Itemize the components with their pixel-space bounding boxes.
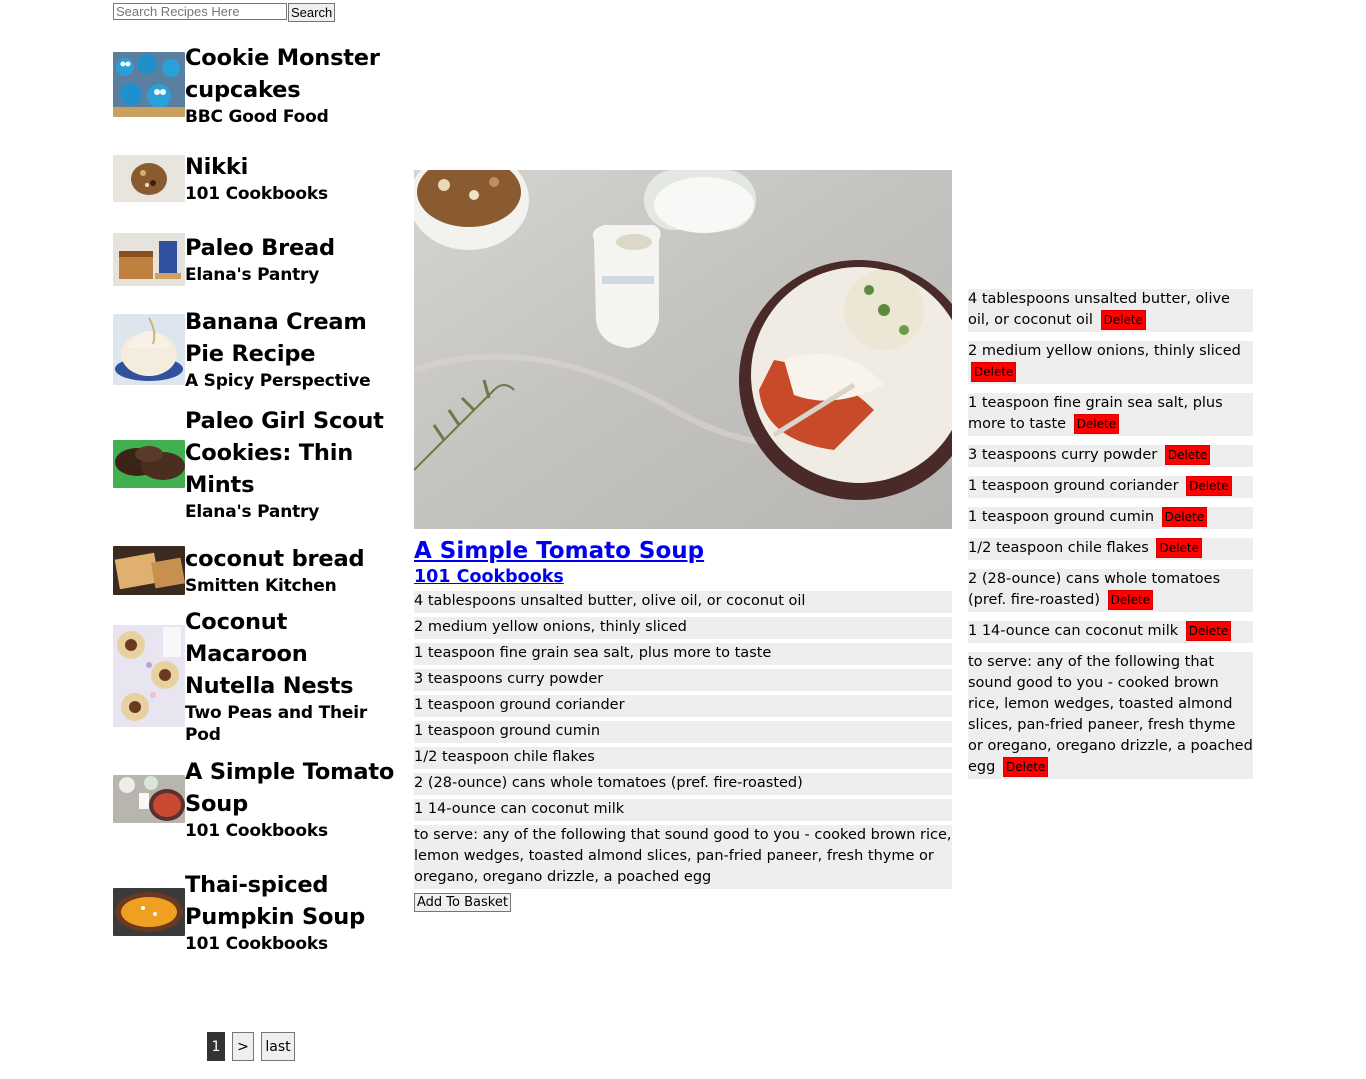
recipe-item[interactable]: Paleo Bread Elana's Pantry (113, 225, 398, 293)
search-button[interactable]: Search (288, 3, 336, 22)
recipe-title: Banana Cream Pie Recipe (185, 309, 367, 367)
basket-item: 1 teaspoon fine grain sea salt, plus mor… (968, 393, 1253, 436)
ingredient-item: 1 teaspoon ground coriander (414, 695, 952, 717)
delete-button[interactable]: Delete (1161, 507, 1208, 527)
recipe-detail-source-link[interactable]: 101 Cookbooks (414, 565, 952, 589)
ingredient-item: 1 teaspoon fine grain sea salt, plus mor… (414, 643, 952, 665)
basket-item-text: 1 14-ounce can coconut milk (968, 623, 1179, 639)
recipe-text: Cookie Monster cupcakes BBC Good Food (185, 42, 398, 128)
recipe-title: coconut bread (185, 546, 365, 572)
recipe-text: Nikki 101 Cookbooks (185, 151, 328, 205)
basket-item: 4 tablespoons unsalted butter, olive oil… (968, 289, 1253, 332)
basket-item: 2 medium yellow onions, thinly sliced De… (968, 341, 1253, 384)
pagination: 1 > last (207, 1032, 295, 1061)
recipe-title: Coconut Macaroon Nutella Nests (185, 609, 354, 699)
recipe-detail: A Simple Tomato Soup 101 Cookbooks 4 tab… (414, 170, 952, 912)
next-page-button[interactable]: > (232, 1032, 254, 1061)
recipe-item[interactable]: Cookie Monster cupcakes BBC Good Food (113, 38, 398, 131)
recipe-title: Paleo Girl Scout Cookies: Thin Mints (185, 408, 384, 498)
recipe-source: 101 Cookbooks (185, 184, 328, 204)
basket-item-text: 3 teaspoons curry powder (968, 447, 1158, 463)
ingredients-list: 4 tablespoons unsalted butter, olive oil… (414, 591, 952, 889)
recipe-text: Thai-spiced Pumpkin Soup 101 Cookbooks (185, 869, 398, 955)
delete-button[interactable]: Delete (1002, 757, 1049, 777)
ingredient-item: 2 medium yellow onions, thinly sliced (414, 617, 952, 639)
recipe-source: BBC Good Food (185, 106, 329, 127)
recipe-title: Thai-spiced Pumpkin Soup (185, 872, 365, 930)
recipe-title: A Simple Tomato Soup (185, 759, 395, 817)
basket-item-text: 1/2 teaspoon chile flakes (968, 540, 1149, 556)
recipe-title: Paleo Bread (185, 235, 335, 261)
recipe-thumbnail (113, 232, 185, 286)
recipe-source: Smitten Kitchen (185, 576, 337, 596)
recipe-source: Two Peas and Their Pod (185, 703, 368, 745)
delete-button[interactable]: Delete (1164, 445, 1211, 465)
recipe-item[interactable]: coconut bread Smitten Kitchen (113, 536, 398, 604)
delete-button[interactable]: Delete (1156, 538, 1202, 558)
basket-item: 1/2 teaspoon chile flakes Delete (968, 538, 1253, 560)
recipe-thumbnail (113, 440, 185, 488)
ingredient-item: to serve: any of the following that soun… (414, 825, 952, 889)
search-bar: Search (113, 3, 336, 22)
recipe-item[interactable]: Banana Cream Pie Recipe A Spicy Perspect… (113, 306, 398, 392)
basket-item: 2 (28-ounce) cans whole tomatoes (pref. … (968, 569, 1253, 612)
search-input[interactable] (113, 3, 287, 20)
recipe-thumbnail (113, 52, 185, 117)
recipe-list: Cookie Monster cupcakes BBC Good Food Ni… (113, 38, 398, 955)
basket-item-text: 2 (28-ounce) cans whole tomatoes (pref. … (968, 571, 1221, 608)
recipe-text: coconut bread Smitten Kitchen (185, 543, 365, 597)
ingredient-item: 1 14-ounce can coconut milk (414, 799, 952, 821)
ingredient-item: 4 tablespoons unsalted butter, olive oil… (414, 591, 952, 613)
recipe-thumbnail (113, 888, 185, 936)
basket-item: 1 teaspoon ground cumin Delete (968, 507, 1253, 529)
delete-button[interactable]: Delete (1185, 621, 1232, 641)
recipe-thumbnail (113, 154, 185, 202)
basket-item: 1 14-ounce can coconut milk Delete (968, 621, 1253, 643)
add-to-basket-button[interactable]: Add To Basket (414, 893, 511, 912)
recipe-item[interactable]: Nikki 101 Cookbooks (113, 144, 398, 212)
delete-button[interactable]: Delete (1073, 414, 1120, 434)
recipe-item[interactable]: Thai-spiced Pumpkin Soup 101 Cookbooks (113, 869, 398, 955)
delete-button[interactable]: Delete (971, 362, 1017, 382)
recipe-text: Coconut Macaroon Nutella Nests Two Peas … (185, 606, 398, 746)
ingredient-item: 3 teaspoons curry powder (414, 669, 952, 691)
last-page-button[interactable]: last (261, 1032, 295, 1061)
recipe-item[interactable]: Coconut Macaroon Nutella Nests Two Peas … (113, 609, 398, 745)
recipe-source: 101 Cookbooks (185, 934, 328, 954)
delete-button[interactable]: Delete (1107, 590, 1154, 610)
basket-item: 3 teaspoons curry powder Delete (968, 445, 1253, 467)
recipe-detail-title-link[interactable]: A Simple Tomato Soup (414, 537, 952, 565)
page-1-button[interactable]: 1 (207, 1032, 225, 1061)
basket-item: to serve: any of the following that soun… (968, 652, 1253, 779)
recipe-thumbnail (113, 313, 185, 385)
recipe-source: Elana's Pantry (185, 265, 320, 285)
basket-item-text: 1 teaspoon ground cumin (968, 509, 1155, 525)
recipe-title: Cookie Monster cupcakes (185, 44, 380, 103)
recipe-item[interactable]: A Simple Tomato Soup 101 Cookbooks (113, 756, 398, 842)
recipe-thumbnail (113, 625, 185, 727)
basket-item: 1 teaspoon ground coriander Delete (968, 476, 1253, 498)
ingredient-item: 1/2 teaspoon chile flakes (414, 747, 952, 769)
recipe-text: Paleo Girl Scout Cookies: Thin Mints Ela… (185, 405, 398, 523)
recipe-item[interactable]: Paleo Girl Scout Cookies: Thin Mints Ela… (113, 405, 398, 523)
recipe-text: Paleo Bread Elana's Pantry (185, 232, 335, 286)
recipe-text: A Simple Tomato Soup 101 Cookbooks (185, 756, 398, 842)
recipe-source: 101 Cookbooks (185, 821, 328, 841)
recipe-title: Nikki (185, 154, 249, 180)
recipe-hero-image (414, 170, 952, 529)
recipe-source: Elana's Pantry (185, 502, 320, 522)
delete-button[interactable]: Delete (1100, 310, 1146, 330)
basket-item-text: 4 tablespoons unsalted butter, olive oil… (968, 291, 1230, 328)
recipe-thumbnail (113, 775, 185, 823)
ingredient-item: 1 teaspoon ground cumin (414, 721, 952, 743)
basket: 4 tablespoons unsalted butter, olive oil… (968, 289, 1253, 779)
basket-item-text: 2 medium yellow onions, thinly sliced (968, 343, 1241, 359)
recipe-thumbnail (113, 545, 185, 595)
recipe-source: A Spicy Perspective (185, 371, 371, 391)
ingredient-item: 2 (28-ounce) cans whole tomatoes (pref. … (414, 773, 952, 795)
delete-button[interactable]: Delete (1186, 476, 1232, 496)
basket-item-text: 1 teaspoon ground coriander (968, 478, 1179, 494)
recipe-text: Banana Cream Pie Recipe A Spicy Perspect… (185, 306, 398, 392)
